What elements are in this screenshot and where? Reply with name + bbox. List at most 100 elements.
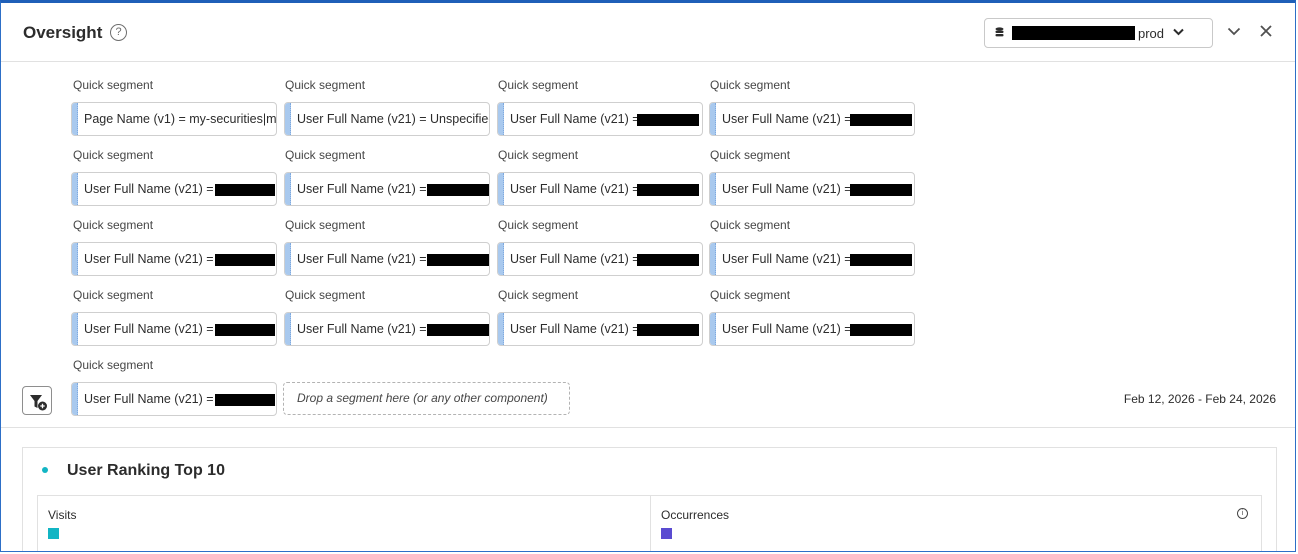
legend-swatch [661, 528, 672, 539]
chevron-down-icon [1173, 28, 1184, 36]
drag-handle[interactable] [285, 313, 291, 345]
segment-label: Quick segment [498, 218, 579, 232]
segment-text: User Full Name (v21) = [84, 392, 214, 406]
redacted-value [637, 184, 699, 196]
segment-label: Quick segment [498, 78, 579, 92]
drop-zone-hint: Drop a segment here (or any other compon… [297, 391, 548, 405]
segment-drop-zone[interactable]: Drop a segment here (or any other compon… [283, 382, 570, 415]
segment-text: User Full Name (v21) = [84, 252, 214, 266]
drag-handle[interactable] [285, 173, 291, 205]
drag-handle[interactable] [72, 383, 78, 415]
segment-label: Quick segment [285, 218, 366, 232]
redacted-value [637, 324, 699, 336]
segment-label: Quick segment [73, 78, 154, 92]
metric-visits[interactable]: Visits [37, 495, 651, 551]
segment-pill[interactable]: User Full Name (v21) = [71, 312, 277, 346]
drag-handle[interactable] [710, 313, 716, 345]
segment-text: User Full Name (v21) = [510, 252, 640, 266]
segment-pill[interactable]: User Full Name (v21) = Unspecified [284, 102, 490, 136]
segment-text: User Full Name (v21) = [722, 182, 852, 196]
close-icon[interactable] [1259, 24, 1273, 38]
segment-pill[interactable]: User Full Name (v21) = [284, 172, 490, 206]
filter-add-icon [30, 395, 47, 411]
metric-occurrences[interactable]: Occurrences i [650, 495, 1262, 551]
segment-text: User Full Name (v21) = [722, 252, 852, 266]
segment-text: User Full Name (v21) = [297, 322, 427, 336]
drag-handle[interactable] [72, 243, 78, 275]
segment-text: User Full Name (v21) = [297, 182, 427, 196]
segment-pill[interactable]: User Full Name (v21) = [709, 172, 915, 206]
segment-pill[interactable]: User Full Name (v21) = [71, 172, 277, 206]
visualization-panel: User Ranking Top 10 Visits Occurrences i [22, 447, 1277, 551]
segment-pill[interactable]: User Full Name (v21) = [709, 242, 915, 276]
redacted-value [215, 184, 275, 196]
drag-handle[interactable] [710, 243, 716, 275]
report-suite-label: prod [1138, 26, 1165, 41]
redacted-value [850, 114, 912, 126]
segment-pill[interactable]: User Full Name (v21) = [71, 382, 277, 416]
metric-name: Visits [48, 508, 77, 522]
redacted-value [215, 394, 275, 406]
segment-text: User Full Name (v21) = [722, 112, 852, 126]
drag-handle[interactable] [72, 313, 78, 345]
metric-name: Occurrences [661, 508, 730, 522]
redacted-value [850, 184, 912, 196]
segment-pill[interactable]: User Full Name (v21) = [497, 102, 703, 136]
legend-swatch [48, 528, 59, 539]
info-icon[interactable]: i [1237, 508, 1248, 519]
drag-handle[interactable] [72, 173, 78, 205]
segment-label: Quick segment [710, 218, 791, 232]
segment-label: Quick segment [73, 218, 154, 232]
segment-text: User Full Name (v21) = [297, 252, 427, 266]
segment-text: User Full Name (v21) = [510, 322, 640, 336]
segment-label: Quick segment [285, 148, 366, 162]
segment-pill[interactable]: User Full Name (v21) = [497, 242, 703, 276]
segment-label: Quick segment [710, 78, 791, 92]
section-divider [1, 427, 1295, 428]
redacted-value [427, 184, 489, 196]
drag-handle[interactable] [285, 103, 291, 135]
segment-pill[interactable]: Page Name (v1) = my-securities|my [71, 102, 277, 136]
segment-pill[interactable]: User Full Name (v21) = [71, 242, 277, 276]
redacted-value [215, 324, 275, 336]
visualization-title[interactable]: User Ranking Top 10 [67, 462, 225, 480]
redacted-value [850, 254, 912, 266]
segment-pill[interactable]: User Full Name (v21) = [284, 242, 490, 276]
segment-text: User Full Name (v21) = [510, 112, 640, 126]
redacted-value [850, 324, 912, 336]
segment-label: Quick segment [710, 288, 791, 302]
drag-handle[interactable] [710, 103, 716, 135]
redacted-value [427, 324, 489, 336]
status-dot [42, 467, 48, 473]
redacted-value [637, 114, 699, 126]
collapse-panel-icon[interactable] [1227, 27, 1241, 36]
panel-header: Oversight ? prod [1, 3, 1295, 62]
drag-handle[interactable] [285, 243, 291, 275]
redacted-value [637, 254, 699, 266]
segment-text: User Full Name (v21) = [84, 322, 214, 336]
segment-label: Quick segment [73, 288, 154, 302]
add-segment-button[interactable] [22, 386, 52, 415]
date-range[interactable]: Feb 12, 2026 - Feb 24, 2026 [1124, 392, 1276, 406]
segment-label: Quick segment [285, 288, 366, 302]
segment-label: Quick segment [498, 148, 579, 162]
drag-handle[interactable] [498, 103, 504, 135]
segment-pill[interactable]: User Full Name (v21) = [497, 172, 703, 206]
segment-label: Quick segment [710, 148, 791, 162]
drag-handle[interactable] [72, 103, 78, 135]
report-suite-selector[interactable]: prod [984, 18, 1213, 48]
segment-pill[interactable]: User Full Name (v21) = [709, 312, 915, 346]
segment-pill[interactable]: User Full Name (v21) = [284, 312, 490, 346]
segment-pill[interactable]: User Full Name (v21) = [497, 312, 703, 346]
drag-handle[interactable] [498, 313, 504, 345]
database-icon [995, 27, 1004, 37]
segment-pill[interactable]: User Full Name (v21) = [709, 102, 915, 136]
segment-text: User Full Name (v21) = [722, 322, 852, 336]
drag-handle[interactable] [498, 243, 504, 275]
segment-text: User Full Name (v21) = [84, 182, 214, 196]
drag-handle[interactable] [498, 173, 504, 205]
drag-handle[interactable] [710, 173, 716, 205]
segment-label: Quick segment [73, 148, 154, 162]
help-icon[interactable]: ? [110, 24, 127, 41]
segment-text: User Full Name (v21) = [510, 182, 640, 196]
